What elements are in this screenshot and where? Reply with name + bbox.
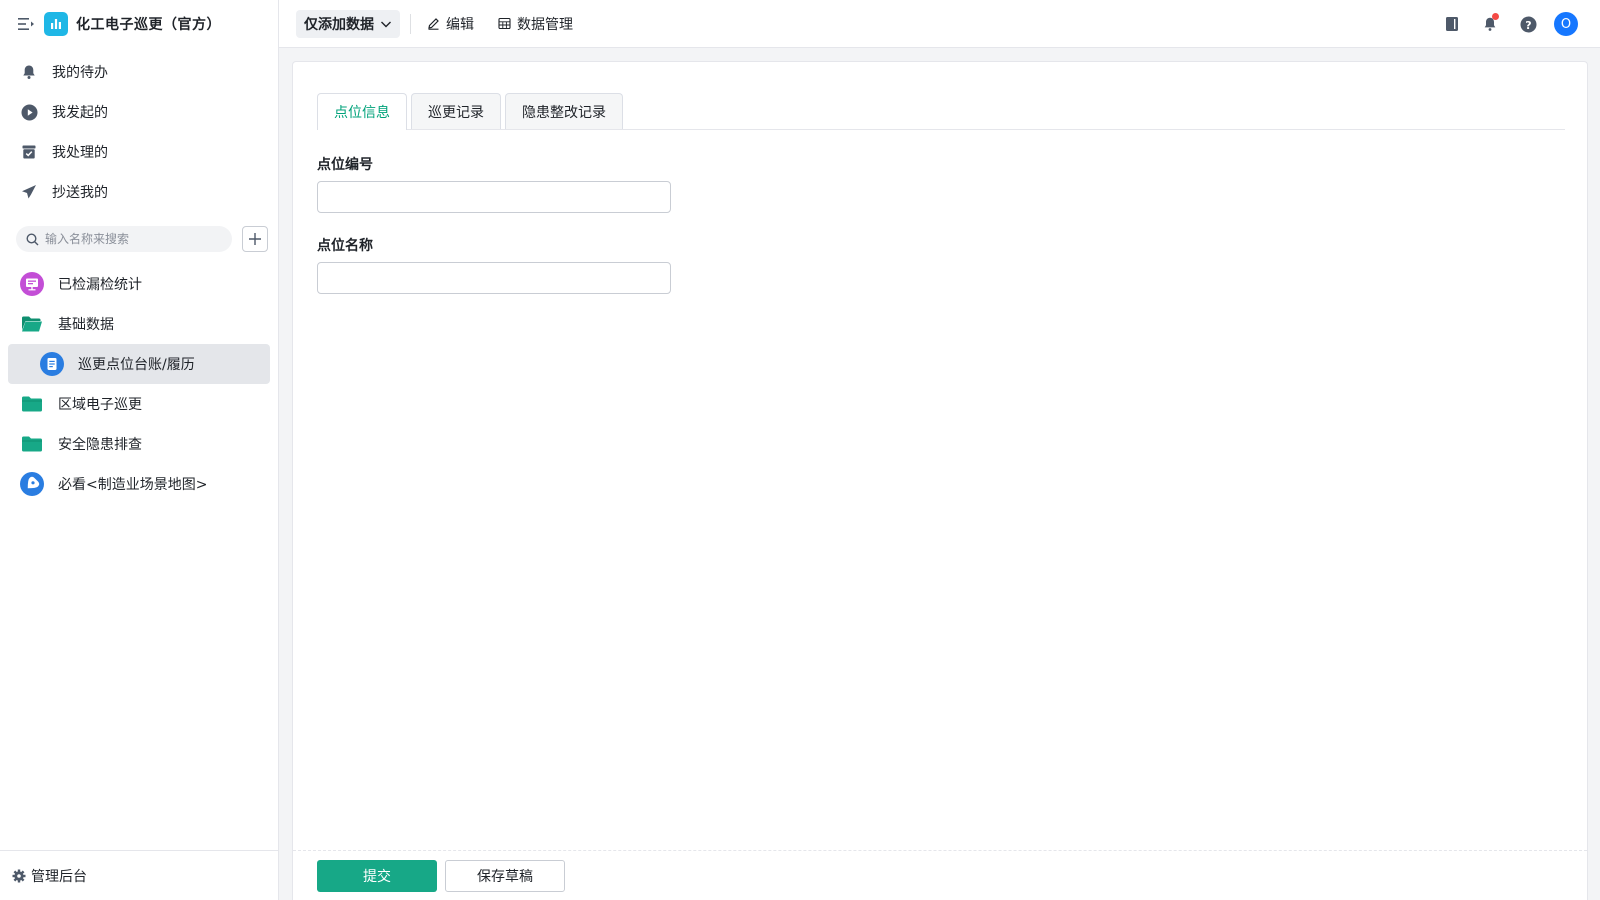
toolbar-divider	[410, 13, 411, 34]
tree-item-hazard-check[interactable]: 安全隐患排查	[0, 424, 278, 464]
send-icon	[20, 183, 38, 201]
tree-item-label: 必看<制造业场景地图>	[58, 477, 208, 493]
svg-text:?: ?	[1525, 18, 1531, 31]
bell-icon	[20, 63, 38, 81]
notebook-icon[interactable]	[1440, 12, 1464, 36]
nav-item-initiated[interactable]: 我发起的	[0, 92, 278, 132]
nav-item-label: 我处理的	[52, 145, 108, 161]
help-icon[interactable]: ?	[1516, 12, 1540, 36]
notification-icon[interactable]	[1478, 12, 1502, 36]
search-icon	[26, 232, 39, 246]
play-circle-icon	[20, 103, 38, 121]
data-manage-label: 数据管理	[517, 16, 573, 33]
tree-item-statistics[interactable]: 已检漏检统计	[0, 264, 278, 304]
point-code-label: 点位编号	[317, 157, 373, 173]
point-code-input[interactable]	[317, 181, 671, 213]
sidebar: 化工电子巡更（官方） 我的待办 我发起的 我处理的 抄送我的 输入名称来搜索 已…	[0, 0, 279, 900]
nav-item-todo[interactable]: 我的待办	[0, 52, 278, 92]
plus-icon	[248, 232, 262, 246]
app-tree: 已检漏检统计 基础数据 巡更点位台账/履历 区域电子巡更 安全隐患排查 必看<制…	[0, 264, 278, 504]
point-name-field: 点位名称	[317, 235, 671, 294]
point-name-input[interactable]	[317, 262, 671, 294]
chevron-down-icon	[380, 18, 392, 30]
tree-item-label: 区域电子巡更	[58, 397, 142, 413]
form-icon	[40, 352, 64, 376]
nav-item-processed[interactable]: 我处理的	[0, 132, 278, 172]
nav-item-label: 我发起的	[52, 105, 108, 121]
tree-item-scene-map[interactable]: 必看<制造业场景地图>	[0, 464, 278, 504]
nav-menu: 我的待办 我发起的 我处理的 抄送我的	[0, 52, 278, 212]
app-title: 化工电子巡更（官方）	[76, 17, 221, 33]
bar-chart-icon	[44, 12, 68, 36]
submit-button[interactable]: 提交	[317, 859, 437, 892]
tree-item-label: 基础数据	[58, 317, 114, 333]
tree-item-area-patrol[interactable]: 区域电子巡更	[0, 384, 278, 424]
nav-item-label: 我的待办	[52, 65, 108, 81]
tab-patrol-records[interactable]: 巡更记录	[411, 93, 501, 129]
search-box[interactable]	[16, 226, 232, 252]
tree-item-label: 已检漏检统计	[58, 277, 142, 293]
tab-point-info[interactable]: 点位信息	[317, 93, 407, 130]
tab-hazard-rectification[interactable]: 隐患整改记录	[505, 93, 623, 129]
data-manage-button[interactable]: 数据管理	[498, 14, 573, 34]
folder-icon	[20, 432, 44, 456]
menu-collapse-icon[interactable]	[17, 15, 35, 33]
form-footer: 提交 保存草稿	[293, 850, 1587, 900]
top-toolbar: 仅添加数据 编辑 数据管理 ? O	[279, 0, 1600, 48]
tree-item-base-data[interactable]: 基础数据	[0, 304, 278, 344]
table-icon	[498, 17, 511, 30]
view-mode-label: 仅添加数据	[304, 16, 374, 33]
admin-label: 管理后台	[31, 868, 87, 885]
folder-open-icon	[20, 312, 44, 336]
app-header: 化工电子巡更（官方）	[0, 0, 278, 48]
admin-console-link[interactable]: 管理后台	[0, 850, 278, 900]
nav-item-cc[interactable]: 抄送我的	[0, 172, 278, 212]
form-tabs: 点位信息 巡更记录 隐患整改记录	[317, 93, 1565, 130]
nav-item-label: 抄送我的	[52, 185, 108, 201]
edit-label: 编辑	[446, 16, 474, 33]
form-card: 点位信息 巡更记录 隐患整改记录 点位编号 点位名称 提交 保存草稿	[292, 61, 1588, 900]
inbox-check-icon	[20, 143, 38, 161]
folder-icon	[20, 392, 44, 416]
add-button[interactable]	[242, 226, 268, 252]
notification-badge	[1492, 13, 1499, 20]
tree-item-patrol-ledger[interactable]: 巡更点位台账/履历	[8, 344, 270, 384]
gear-icon	[12, 869, 26, 883]
pencil-icon	[427, 17, 440, 30]
search-input[interactable]	[45, 232, 215, 246]
search-row	[0, 226, 278, 252]
point-name-label: 点位名称	[317, 238, 373, 254]
dashboard-icon	[20, 272, 44, 296]
tree-item-label: 安全隐患排查	[58, 437, 142, 453]
avatar[interactable]: O	[1554, 12, 1578, 36]
view-mode-dropdown[interactable]: 仅添加数据	[296, 9, 400, 38]
top-right-actions: ? O	[1426, 0, 1578, 48]
tree-item-label: 巡更点位台账/履历	[78, 357, 195, 373]
save-draft-button[interactable]: 保存草稿	[445, 859, 565, 892]
point-code-field: 点位编号	[317, 154, 671, 213]
map-pin-icon	[20, 472, 44, 496]
edit-button[interactable]: 编辑	[427, 14, 474, 34]
